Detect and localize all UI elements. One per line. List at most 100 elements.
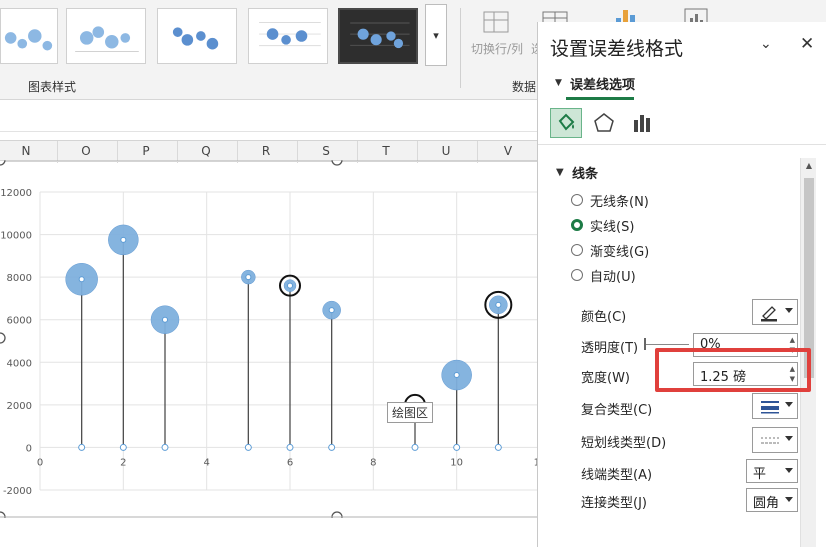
width-highlight-annotation (655, 348, 811, 392)
resize-handle[interactable] (0, 160, 6, 166)
point-center-marker (245, 274, 252, 281)
dash-lines-icon (761, 437, 779, 444)
pane-close-icon[interactable]: ✕ (800, 34, 814, 54)
y-tick-label: 6000 (7, 316, 32, 327)
radio-automatic[interactable]: 自动(U) (571, 265, 636, 285)
compound-type-label: 复合类型(C) (581, 403, 653, 418)
x-tick-label: 2 (120, 457, 126, 468)
radio-circle-icon[interactable] (571, 244, 583, 256)
base-marker (411, 443, 419, 451)
chart-style-thumb-5[interactable] (338, 8, 418, 64)
chevron-down-icon (785, 468, 793, 473)
point-center-marker (120, 236, 127, 243)
base-marker (119, 443, 127, 451)
radio-no-line[interactable]: 无线条(N) (571, 190, 649, 210)
bubble-chart[interactable]: 120001000080006000400020000-200002468101… (0, 160, 540, 518)
column-letter-s[interactable]: S (316, 144, 336, 158)
y-tick-label: 8000 (7, 273, 32, 284)
ribbon-group-label-data: 数据 (512, 80, 537, 94)
column-header: N O P Q R S T U V (0, 140, 540, 163)
column-letter-n[interactable]: N (16, 144, 36, 158)
radio-label: 渐变线(G) (590, 244, 650, 260)
y-tick-label: 2000 (7, 401, 32, 412)
compound-lines-icon (761, 401, 779, 414)
transparency-slider-knob[interactable] (644, 338, 646, 350)
radio-label: 实线(S) (590, 219, 635, 235)
error-bar-options-chart-icon[interactable] (626, 108, 658, 138)
plot-area-tooltip: 绘图区 (387, 402, 434, 423)
point-center-marker (328, 307, 335, 314)
radio-circle-icon[interactable] (571, 269, 583, 281)
color-label: 颜色(C) (581, 310, 627, 325)
x-tick-label: 10 (450, 457, 463, 468)
dash-type-dropdown[interactable] (752, 427, 798, 453)
tab-active-underline (566, 97, 634, 100)
chevron-down-icon (785, 497, 793, 502)
radio-checked-icon[interactable] (571, 219, 583, 231)
x-tick-label: 0 (37, 457, 43, 468)
point-center-marker (287, 282, 293, 289)
x-tick-label: 6 (287, 457, 293, 468)
chart-style-thumb-4[interactable] (248, 8, 328, 64)
point-center-marker (453, 372, 460, 379)
y-tick-label: -2000 (3, 486, 32, 497)
section-collapse-icon[interactable]: ▼ (556, 167, 564, 178)
gallery-more-button[interactable]: ▾ (425, 4, 447, 66)
base-marker (78, 443, 86, 451)
dash-type-label: 短划线类型(D) (581, 436, 667, 451)
scroll-up-arrow-icon[interactable]: ▲ (801, 158, 817, 174)
chevron-down-icon (785, 402, 793, 407)
cap-type-value: 平 (753, 467, 767, 482)
section-line[interactable]: 线条 (572, 163, 598, 182)
column-letter-t[interactable]: T (376, 144, 396, 158)
switch-row-column-icon[interactable] (482, 8, 512, 42)
compound-type-dropdown[interactable] (752, 393, 798, 419)
ribbon-separator (460, 8, 461, 88)
column-letter-o[interactable]: O (76, 144, 96, 158)
join-type-label: 连接类型(J) (581, 496, 647, 511)
radio-solid-line[interactable]: 实线(S) (571, 215, 634, 235)
tab-dropdown-triangle-icon[interactable]: ▼ (555, 78, 562, 88)
x-tick-label: 8 (370, 457, 376, 468)
fill-line-icon[interactable] (550, 108, 582, 138)
column-letter-v[interactable]: V (498, 144, 518, 158)
radio-label: 自动(U) (590, 269, 636, 285)
base-marker (286, 443, 294, 451)
chart-style-thumb-2[interactable] (66, 8, 146, 64)
join-type-select[interactable]: 圆角 (746, 488, 798, 512)
y-tick-label: 10000 (0, 231, 32, 242)
pane-options-chevron-icon[interactable]: ⌄ (760, 36, 772, 52)
column-letter-u[interactable]: U (436, 144, 456, 158)
radio-circle-icon[interactable] (571, 194, 583, 206)
ribbon-group-label-chart-styles: 图表样式 (28, 80, 77, 94)
column-letter-r[interactable]: R (256, 144, 276, 158)
width-label: 宽度(W) (581, 371, 630, 386)
point-center-marker (78, 276, 85, 283)
chevron-down-icon (785, 308, 793, 313)
cap-type-select[interactable]: 平 (746, 459, 798, 483)
base-marker (494, 443, 502, 451)
cap-type-label: 线端类型(A) (581, 468, 653, 483)
switch-row-column-button[interactable]: 切换行/列 (471, 40, 523, 57)
chart-style-thumb-1[interactable] (0, 8, 58, 64)
transparency-slider-track[interactable] (645, 344, 689, 345)
pen-color-icon (761, 306, 777, 322)
tab-error-bar-options[interactable]: 误差线选项 (570, 74, 635, 93)
chart-style-thumb-3[interactable] (157, 8, 237, 64)
base-marker (244, 443, 252, 451)
transparency-label: 透明度(T) (581, 341, 639, 356)
radio-gradient-line[interactable]: 渐变线(G) (571, 240, 649, 260)
formula-bar-area[interactable] (0, 100, 540, 132)
y-tick-label: 4000 (7, 358, 32, 369)
line-color-picker[interactable] (752, 299, 798, 325)
column-letter-p[interactable]: P (136, 144, 156, 158)
chart-area[interactable]: 120001000080006000400020000-200002468101… (0, 160, 540, 518)
resize-handle[interactable] (331, 160, 343, 166)
effects-pentagon-icon[interactable] (588, 108, 620, 138)
column-letter-q[interactable]: Q (196, 144, 216, 158)
base-marker (328, 443, 336, 451)
y-tick-label: 12000 (0, 188, 32, 199)
resize-handle[interactable] (0, 332, 6, 344)
radio-label: 无线条(N) (590, 194, 649, 210)
format-error-bars-pane: 设置误差线格式 ⌄ ✕ ▼ 误差线选项 ▲ ▼ 线条 无线条(N) 实线(S) … (537, 22, 826, 547)
